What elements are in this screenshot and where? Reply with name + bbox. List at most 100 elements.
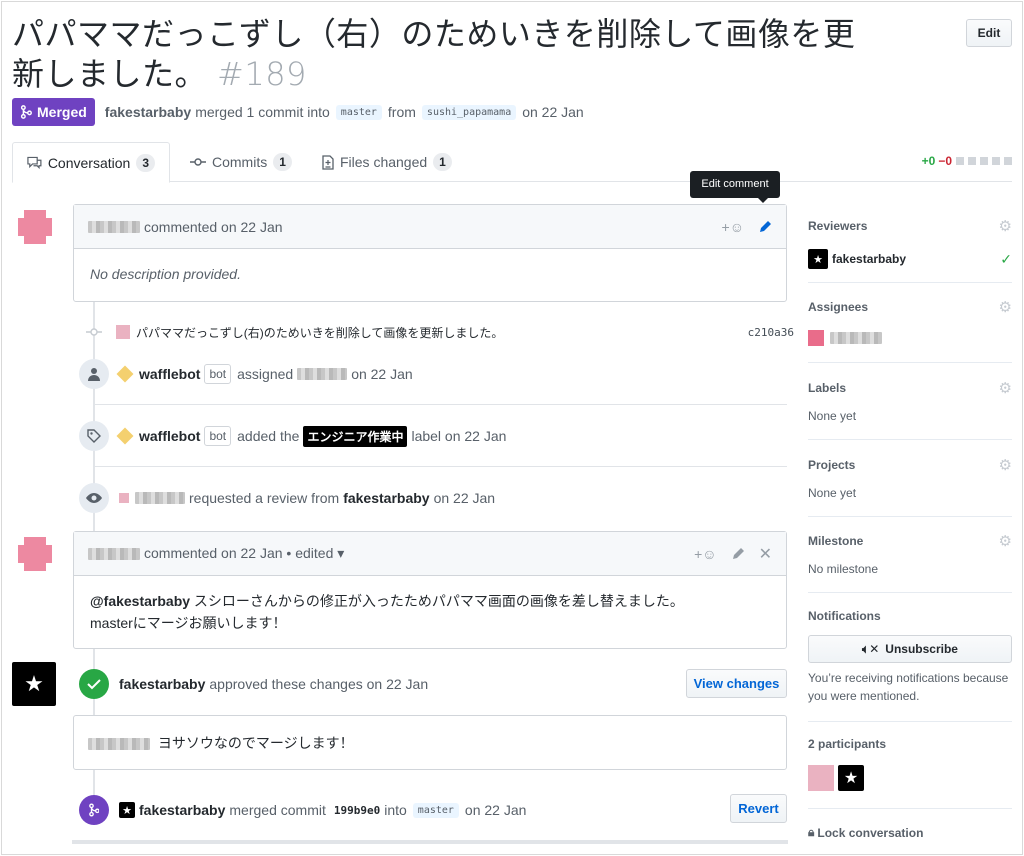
review-comment-box: ヨサソウなのでマージします！ xyxy=(73,715,787,770)
merge-commit-sha[interactable]: 199b9e0 xyxy=(334,804,380,817)
pencil-icon[interactable] xyxy=(758,220,772,234)
merge-icon xyxy=(20,105,32,119)
reviewer-avatar[interactable]: ★ xyxy=(12,662,56,706)
revert-button[interactable]: Revert xyxy=(730,794,787,823)
avatar[interactable] xyxy=(116,325,130,339)
diffstat-block xyxy=(968,157,976,165)
avatar[interactable] xyxy=(808,330,824,346)
page-title: パパママだっこずし（右）のためいきを削除して画像を更新しました。 #189 xyxy=(12,14,872,94)
sidebar-reviewers: Reviewers ⚙ ★ fakestarbaby ✓ xyxy=(808,217,1012,283)
sidebar-notifications: Notifications 🔈︎✕ Unsubscribe You’re rece… xyxy=(808,609,1012,722)
user-mention[interactable]: @fakestarbaby xyxy=(90,593,190,609)
issue-label[interactable]: エンジニア作業中 xyxy=(303,425,408,447)
tab-files-changed[interactable]: Files changed 1 xyxy=(308,142,466,182)
diffstat-block xyxy=(956,157,964,165)
comment-header: commented on 22 Jan • edited ▾ +☺ ✕ xyxy=(74,532,786,576)
avatar[interactable] xyxy=(16,208,54,246)
labels-heading: Labels xyxy=(808,381,847,395)
commit-sha[interactable]: c210a36 xyxy=(748,326,794,339)
pull-request-page: パパママだっこずし（右）のためいきを削除して画像を更新しました。 #189 Edi… xyxy=(1,1,1023,855)
divider xyxy=(93,404,787,405)
event-text: assigned xyxy=(237,366,294,382)
event-actor[interactable]: fakestarbaby xyxy=(139,802,225,818)
comment-box: commented on 22 Jan • edited ▾ +☺ ✕ @fak… xyxy=(73,531,787,649)
author-name[interactable] xyxy=(88,547,140,560)
participant-avatar[interactable] xyxy=(808,765,834,791)
mute-icon: 🔈︎✕ xyxy=(862,641,880,656)
event-actor[interactable]: fakestarbaby xyxy=(119,676,205,692)
tab-commits-count: 1 xyxy=(273,153,292,171)
assignee-name[interactable] xyxy=(297,368,348,380)
milestone-value: No milestone xyxy=(808,562,879,576)
smiley-icon[interactable]: +☺ xyxy=(694,546,716,562)
gear-icon[interactable]: ⚙ xyxy=(999,456,1012,474)
participant-avatar[interactable]: ★ xyxy=(838,765,864,791)
avatar[interactable] xyxy=(119,493,129,503)
gear-icon[interactable]: ⚙ xyxy=(999,217,1012,235)
tab-conversation-count: 3 xyxy=(136,153,155,172)
reviewers-heading: Reviewers xyxy=(808,219,868,233)
bot-badge: bot xyxy=(204,426,232,446)
event-date: label on 22 Jan xyxy=(411,428,507,444)
gear-icon[interactable]: ⚙ xyxy=(999,379,1012,397)
event-text: merged commit xyxy=(229,802,326,818)
merge-status-bar xyxy=(72,840,788,844)
reviewer-name[interactable]: fakestarbaby xyxy=(343,490,429,506)
avatar[interactable] xyxy=(16,535,54,573)
diffstat: +0 −0 xyxy=(922,154,1012,168)
smiley-icon[interactable]: +☺ xyxy=(722,219,744,235)
person-icon xyxy=(79,359,109,389)
label-event: wafflebot bot added the エンジニア作業中 label o… xyxy=(79,420,787,452)
comment-body: ヨサソウなのでマージします！ xyxy=(74,716,786,770)
avatar[interactable]: ★ xyxy=(119,802,135,818)
author-name[interactable] xyxy=(88,220,140,233)
check-icon: ✓ xyxy=(1000,250,1012,267)
comment-meta-text[interactable]: commented on 22 Jan • edited ▾ xyxy=(144,545,344,562)
assignee-name[interactable] xyxy=(830,332,882,344)
avatar[interactable]: ★ xyxy=(808,249,828,269)
commit-message[interactable]: パパママだっこずし(右)のためいきを削除して画像を更新しました。 xyxy=(136,324,503,341)
commit-icon xyxy=(86,328,102,336)
merge-action-text: merged 1 commit into xyxy=(195,104,330,120)
pr-title-text: パパママだっこずし（右）のためいきを削除して画像を更新しました。 xyxy=(12,15,856,93)
event-actor[interactable]: wafflebot xyxy=(139,428,200,444)
comment-body: @fakestarbaby スシローさんからの修正が入ったためパパママ画面の画像… xyxy=(74,576,786,648)
projects-heading: Projects xyxy=(808,458,856,472)
base-branch[interactable]: master xyxy=(412,802,459,818)
close-icon[interactable]: ✕ xyxy=(759,544,772,564)
tab-files-changed-count: 1 xyxy=(433,153,452,171)
edit-title-button[interactable]: Edit xyxy=(966,19,1012,47)
requester-name[interactable] xyxy=(135,492,185,504)
pencil-icon[interactable] xyxy=(731,547,745,561)
review-comment-text: ヨサソウなのでマージします！ xyxy=(157,735,354,751)
head-branch[interactable]: sushi_papamama xyxy=(421,104,517,120)
merge-event: ★ fakestarbaby merged commit 199b9e0 int… xyxy=(79,794,787,826)
from-text: from xyxy=(387,104,416,120)
tab-commits-label: Commits xyxy=(212,154,268,170)
participants-heading: 2 participants xyxy=(808,737,887,751)
lock-icon: 🔒︎ xyxy=(808,825,815,839)
tab-conversation[interactable]: Conversation 3 xyxy=(12,142,170,183)
event-text: added the xyxy=(237,428,300,444)
gear-icon[interactable]: ⚙ xyxy=(999,532,1012,550)
bot-avatar[interactable] xyxy=(116,427,134,445)
tab-files-changed-label: Files changed xyxy=(340,154,428,170)
base-branch[interactable]: master xyxy=(335,104,382,120)
unsubscribe-button[interactable]: 🔈︎✕ Unsubscribe xyxy=(808,635,1012,663)
diffstat-additions: +0 xyxy=(921,154,936,168)
file-diff-icon xyxy=(322,154,334,170)
pr-meta: Merged fakestarbaby merged 1 commit into… xyxy=(12,98,588,126)
lock-conversation-link[interactable]: 🔒︎ Lock conversation xyxy=(808,825,923,840)
event-actor[interactable]: wafflebot xyxy=(139,366,200,382)
reviewer-name[interactable]: fakestarbaby xyxy=(832,252,906,266)
bot-avatar[interactable] xyxy=(116,365,134,383)
view-changes-button[interactable]: View changes xyxy=(686,669,787,698)
gear-icon[interactable]: ⚙ xyxy=(999,298,1012,316)
event-date: on 22 Jan xyxy=(351,366,413,382)
tab-commits[interactable]: Commits 1 xyxy=(176,142,306,182)
sidebar-participants: 2 participants ★ xyxy=(808,737,1012,809)
unsubscribe-label: Unsubscribe xyxy=(885,642,958,656)
author-name[interactable] xyxy=(88,738,150,751)
pr-author[interactable]: fakestarbaby xyxy=(105,104,191,120)
diffstat-block xyxy=(1004,157,1012,165)
